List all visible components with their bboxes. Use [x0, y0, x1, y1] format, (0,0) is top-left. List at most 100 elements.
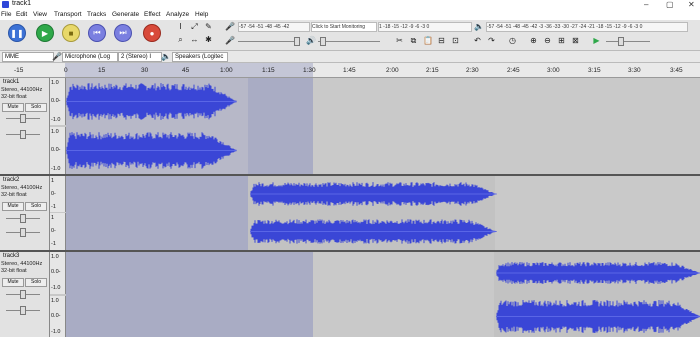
cut-icon[interactable]: ✂	[395, 36, 404, 45]
pan-knob[interactable]	[20, 130, 26, 139]
close-icon[interactable]: ✕	[688, 0, 695, 9]
menu-file[interactable]: File	[1, 11, 11, 18]
stop-button[interactable]: ■	[62, 24, 80, 42]
playback-meter[interactable]: -57 -54 -51 -48 -45 -42 -3 -36 -33 -30 -…	[486, 22, 688, 32]
mute-button[interactable]: Mute	[2, 202, 24, 211]
title-bar: track1 – ▢ ✕	[0, 0, 700, 10]
start-monitoring-label: Click to Start Monitoring	[312, 24, 366, 30]
track-name[interactable]: track2	[3, 177, 19, 183]
play-button[interactable]: ▶	[36, 24, 54, 42]
skip-end-button[interactable]: ⏭	[114, 24, 132, 42]
pause-button[interactable]: ❚❚	[8, 24, 26, 42]
copy-icon[interactable]: ⧉	[409, 36, 418, 45]
waveform-right	[496, 300, 700, 333]
channels-select[interactable]: 2 (Stereo) I	[118, 52, 162, 62]
menu-help[interactable]: Help	[195, 11, 208, 18]
menu-generate[interactable]: Generate	[112, 11, 139, 18]
solo-button[interactable]: Solo	[25, 278, 47, 287]
minimize-icon[interactable]: –	[644, 0, 648, 9]
timeline-tick-label: 15	[98, 67, 106, 74]
track-control-panel[interactable]: track2 Stereo, 44100Hz 32-bit float Mute…	[0, 176, 50, 250]
recording-device-value: Microphone (Log	[65, 54, 111, 60]
scale-bottom: -1.0	[51, 329, 61, 335]
record-meter-right[interactable]: 1 -18 -15 -12 -9 -6 -3 0	[378, 22, 472, 32]
speaker-volume-icon: 🔊	[306, 36, 316, 45]
selection-tool-icon[interactable]: I	[176, 22, 185, 31]
amplitude-scale-right: 1 0- -1	[50, 213, 66, 250]
playback-volume-slider[interactable]	[318, 41, 380, 42]
gain-knob[interactable]	[20, 214, 26, 223]
track-1: track1 Stereo, 44100Hz 32-bit float Mute…	[0, 78, 700, 174]
fit-selection-icon[interactable]: ⊞	[557, 36, 566, 45]
playback-device-select[interactable]: Speakers (Logitec	[172, 52, 228, 62]
play-speed-knob[interactable]	[618, 37, 624, 46]
solo-button[interactable]: Solo	[25, 202, 47, 211]
mic-volume-icon: 🎤	[225, 36, 235, 45]
track-1-waveform-area[interactable]	[66, 78, 700, 174]
envelope-tool-icon[interactable]: ⤢	[190, 22, 199, 31]
maximize-icon[interactable]: ▢	[666, 0, 674, 9]
playback-meter-scale: -57 -54 -51 -48 -45 -42 -3 -36 -33 -30 -…	[487, 24, 643, 30]
gain-knob[interactable]	[20, 114, 26, 123]
speaker-meter-icon[interactable]: 🔈	[474, 22, 484, 31]
menu-effect[interactable]: Effect	[144, 11, 161, 18]
zoom-out-icon[interactable]: ⊖	[543, 36, 552, 45]
start-monitoring[interactable]: Click to Start Monitoring	[311, 22, 377, 32]
audio-host-select[interactable]: MME	[2, 52, 54, 62]
track-2-waveform-area[interactable]	[66, 176, 700, 250]
silence-icon[interactable]: ⊡	[451, 36, 460, 45]
timeshift-tool-icon[interactable]: ↔	[190, 35, 199, 44]
timeline-tick-label: 3:00	[547, 67, 560, 74]
track-control-panel[interactable]: track1 Stereo, 44100Hz 32-bit float Mute…	[0, 78, 50, 174]
draw-tool-icon[interactable]: ✎	[204, 22, 213, 31]
multi-tool-icon[interactable]: ✱	[204, 35, 213, 44]
mic-meter-icon[interactable]: 🎤	[225, 22, 235, 31]
record-button[interactable]: ●	[143, 24, 161, 42]
trim-icon[interactable]: ⊟	[437, 36, 446, 45]
pan-knob[interactable]	[20, 306, 26, 315]
redo-icon[interactable]: ↷	[487, 36, 496, 45]
stop-icon: ■	[68, 28, 74, 38]
menu-transport[interactable]: Transport	[54, 11, 82, 18]
scale-top: 1	[51, 178, 55, 184]
waveform-left	[496, 262, 700, 284]
menu-analyze[interactable]: Analyze	[166, 11, 189, 18]
scale-bottom: -1.0	[51, 117, 61, 123]
menu-view[interactable]: View	[33, 11, 47, 18]
timeline-tick-label: 3:15	[588, 67, 601, 74]
channels-value: 2 (Stereo) I	[121, 54, 152, 60]
recording-volume-knob[interactable]	[294, 37, 300, 46]
timeline-ruler[interactable]: -15 0 15 30 45 1:00 1:15 1:30 1:45 2:00 2:15 2:30 2:…	[0, 63, 700, 78]
paste-icon[interactable]: 📋	[423, 36, 433, 45]
track-format: Stereo, 44100Hz	[1, 261, 43, 267]
play-speed-slider[interactable]	[606, 41, 650, 42]
track-name[interactable]: track1	[3, 79, 19, 85]
track-name[interactable]: track3	[3, 253, 19, 259]
mute-button[interactable]: Mute	[2, 103, 24, 112]
zoom-in-icon[interactable]: ⊕	[529, 36, 538, 45]
scale-mid: 0.0-	[51, 147, 61, 153]
undo-icon[interactable]: ↶	[473, 36, 482, 45]
track-control-panel[interactable]: track3 Stereo, 44100Hz 32-bit float Mute…	[0, 252, 50, 337]
fit-project-icon[interactable]: ⊠	[571, 36, 580, 45]
waveform-right	[250, 219, 497, 244]
timeline-tick-label: 2:15	[426, 67, 439, 74]
pan-knob[interactable]	[20, 228, 26, 237]
timeline-tick-label: 2:30	[466, 67, 479, 74]
zoom-tool-icon[interactable]: ⌕	[176, 35, 185, 44]
pause-icon: ❚❚	[10, 28, 24, 38]
play-at-speed-icon[interactable]: ▶	[592, 36, 601, 45]
recording-device-select[interactable]: Microphone (Log	[62, 52, 118, 62]
menu-edit[interactable]: Edit	[16, 11, 27, 18]
track-3-waveform-area[interactable]	[66, 252, 700, 337]
recording-volume-slider[interactable]	[238, 41, 300, 42]
playback-volume-knob[interactable]	[320, 37, 326, 46]
menu-tracks[interactable]: Tracks	[87, 11, 106, 18]
skip-start-button[interactable]: ⏮	[88, 24, 106, 42]
gain-knob[interactable]	[20, 290, 26, 299]
amplitude-scale: 1.0 0.0- -1.0	[50, 78, 66, 125]
sync-lock-icon[interactable]: ◷	[508, 36, 517, 45]
solo-button[interactable]: Solo	[25, 103, 47, 112]
record-meter[interactable]: -57 -54 -51 -48 -45 -42	[238, 22, 310, 32]
mute-button[interactable]: Mute	[2, 278, 24, 287]
